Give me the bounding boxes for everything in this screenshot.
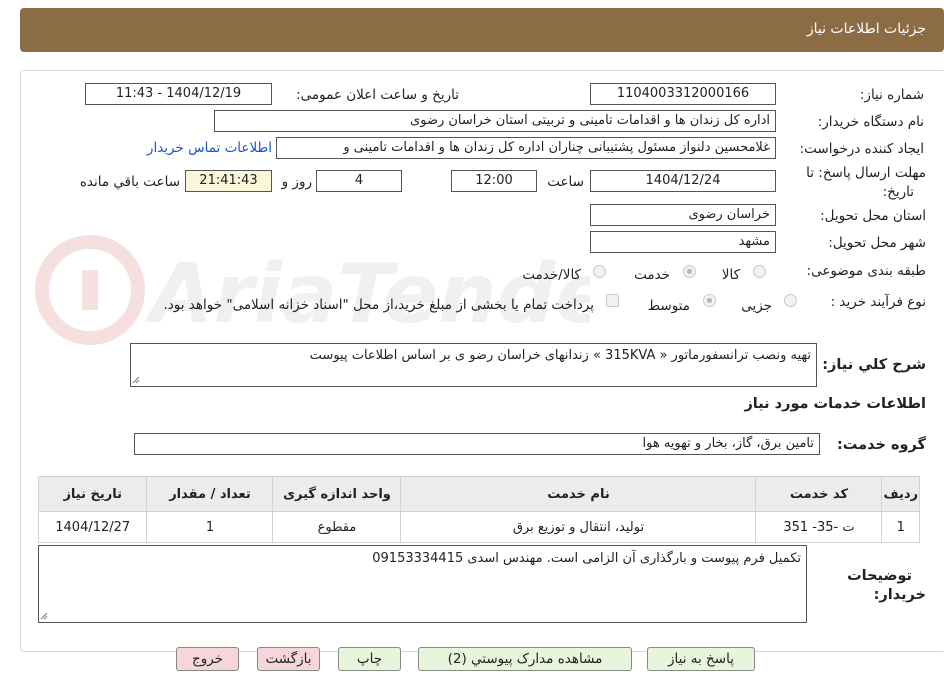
page-title: جزئیات اطلاعات نیاز [806, 21, 926, 37]
buyer-notes-label: توضیحات [847, 568, 912, 584]
service-group-field: تامین برق، گاز، بخار و تهویه هوا [134, 433, 820, 455]
remaining-time-field: 21:41:43 [185, 170, 272, 192]
announce-date-label: تاریخ و ساعت اعلان عمومی: [296, 87, 459, 103]
summary-field: تهیه ونصب ترانسفورماتور « 315KVA » زندان… [130, 343, 817, 387]
process-label: نوع فرآیند خرید : [830, 294, 926, 310]
reply-button[interactable]: پاسخ به نیاز [647, 647, 755, 671]
city-field: مشهد [590, 231, 776, 253]
column-header-need-date: تاریخ نیاز [37, 476, 148, 512]
remaining-label: ساعت باقي مانده [79, 174, 180, 190]
notes-resize-handle-icon[interactable] [40, 612, 48, 620]
column-header-unit: واحد اندازه گیری [272, 476, 402, 512]
category-radio-service[interactable] [683, 265, 696, 278]
days-label: روز و [281, 174, 312, 190]
cell-row-number: 1 [881, 511, 920, 543]
category-radio-goods-service[interactable] [593, 265, 606, 278]
need-number-label: شماره نیاز: [859, 87, 924, 103]
column-header-row-number: ردیف [881, 476, 920, 512]
process-radio-medium[interactable] [703, 294, 716, 307]
province-label: استان محل تحویل: [820, 208, 926, 224]
process-option-medium: متوسط [647, 298, 690, 314]
watermark-logo: AriaTender.neT [35, 235, 590, 345]
category-option-service: خدمت [634, 267, 670, 283]
buyer-contact-link[interactable]: اطلاعات تماس خریدار [147, 140, 272, 156]
category-radio-goods[interactable] [753, 265, 766, 278]
buyer-org-label: نام دستگاه خریدار: [817, 114, 924, 130]
remaining-days-field: 4 [316, 170, 402, 192]
column-header-quantity: تعداد / مقدار [146, 476, 274, 512]
requester-label: ایجاد کننده درخواست: [799, 141, 924, 157]
announce-date-field: 1404/12/19 - 11:43 [85, 83, 272, 105]
print-button[interactable]: چاپ [338, 647, 401, 671]
cell-unit: مقطوع [272, 511, 402, 543]
service-group-label: گروه خدمت: [836, 437, 926, 453]
resize-handle-icon[interactable] [132, 376, 140, 384]
services-table: ردیف کد خدمت نام خدمت واحد اندازه گیری ت… [37, 476, 920, 543]
need-number-field: 1104003312000166 [590, 83, 776, 105]
view-attachments-button[interactable]: مشاهده مدارک پیوستي (2) [418, 647, 632, 671]
province-field: خراسان رضوی [590, 204, 776, 226]
buyer-notes-label-2: خریدار: [873, 587, 926, 603]
deadline-time-label: ساعت [547, 174, 584, 190]
cell-need-date: 1404/12/27 [37, 511, 148, 543]
services-section-title: اطلاعات خدمات مورد نیاز [744, 396, 926, 412]
deadline-date-field: 1404/12/24 [590, 170, 776, 192]
requester-field: غلامحسین دلنواز مسئول پشتیبانی چناران اد… [276, 137, 776, 159]
page-header: جزئیات اطلاعات نیاز [20, 8, 944, 52]
exit-button[interactable]: خروج [176, 647, 239, 671]
buyer-notes-field: تکمیل فرم پیوست و بارگذاری آن الزامی است… [38, 545, 807, 623]
cell-service-name: تولید، انتقال و توزیع برق [400, 511, 757, 543]
cell-quantity: 1 [146, 511, 274, 543]
deadline-time-field: 12:00 [451, 170, 537, 192]
city-label: شهر محل تحویل: [828, 235, 926, 251]
deadline-label-date: تاریخ: [882, 184, 914, 200]
buyer-org-field: اداره کل زندان ها و اقدامات تامینی و ترب… [214, 110, 776, 132]
summary-label: شرح کلي نیاز: [822, 357, 926, 373]
column-header-service-code: کد خدمت [755, 476, 883, 512]
category-option-goods: کالا [721, 267, 740, 283]
back-button[interactable]: بازگشت [257, 647, 320, 671]
process-option-minor: جزیی [741, 298, 772, 314]
process-radio-minor[interactable] [784, 294, 797, 307]
treasury-payment-checkbox[interactable] [606, 294, 619, 307]
category-label: طبقه بندی موضوعی: [806, 263, 926, 279]
cell-service-code: ت -35- 351 [755, 511, 883, 543]
category-option-goods-service: کالا/خدمت [522, 267, 581, 283]
table-row: 1 ت -35- 351 تولید، انتقال و توزیع برق م… [37, 511, 920, 543]
deadline-label: مهلت ارسال پاسخ: تا [806, 165, 926, 181]
treasury-payment-note: پرداخت تمام یا بخشی از مبلغ خرید،از محل … [163, 297, 594, 313]
column-header-service-name: نام خدمت [400, 476, 757, 512]
watermark-text: AriaTender.neT [144, 247, 590, 342]
table-header-row: ردیف کد خدمت نام خدمت واحد اندازه گیری ت… [37, 476, 920, 512]
